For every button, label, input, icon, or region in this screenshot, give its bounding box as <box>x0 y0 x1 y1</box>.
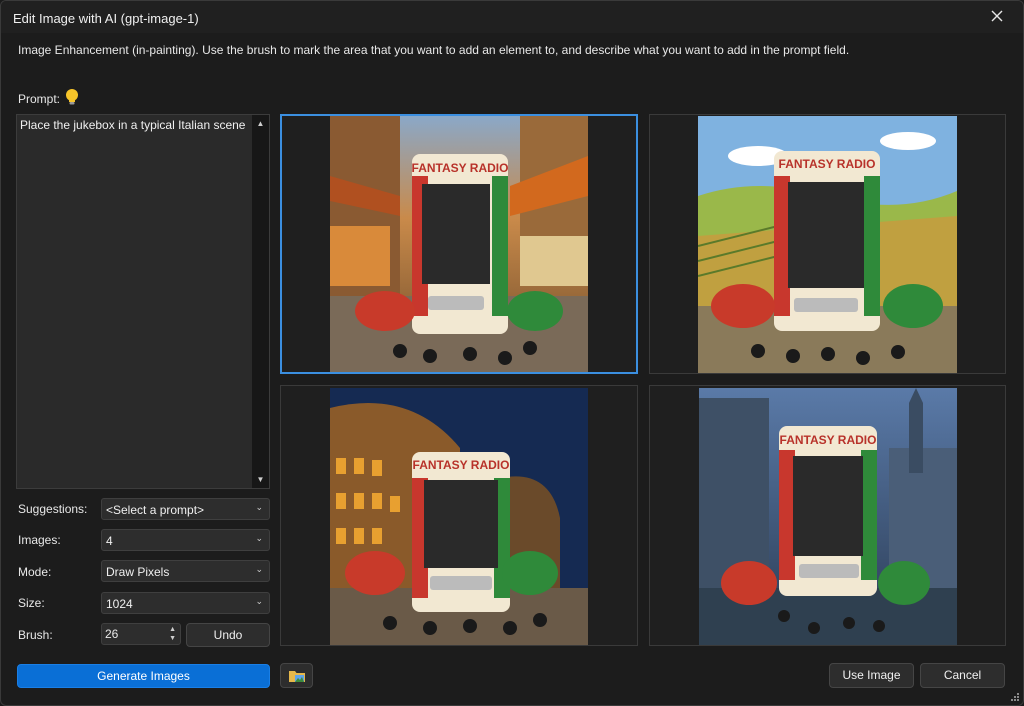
suggestions-value: <Select a prompt> <box>106 503 205 517</box>
size-label: Size: <box>18 596 45 610</box>
window-title: Edit Image with AI (gpt-image-1) <box>13 11 199 26</box>
title-bar: Edit Image with AI (gpt-image-1) <box>1 1 1023 33</box>
generated-image: FANTASY RADIO <box>699 388 957 645</box>
chevron-down-icon: ⌄ <box>255 502 263 512</box>
generated-image: FANTASY RADIO <box>698 116 957 373</box>
prompt-label: Prompt: <box>18 92 61 106</box>
images-label: Images: <box>18 533 61 547</box>
size-select[interactable]: 1024 ⌄ <box>101 592 270 614</box>
mode-value: Draw Pixels <box>106 565 170 579</box>
generate-images-button[interactable]: Generate Images <box>17 664 270 688</box>
close-icon <box>991 10 1003 22</box>
scroll-down-icon[interactable]: ▼ <box>252 471 269 488</box>
chevron-down-icon: ⌄ <box>255 533 263 543</box>
result-image-tile[interactable]: FANTASY RADIO <box>649 385 1006 646</box>
use-image-button[interactable]: Use Image <box>829 663 914 688</box>
open-folder-button[interactable] <box>280 663 313 688</box>
close-button[interactable] <box>985 5 1009 27</box>
images-select[interactable]: 4 ⌄ <box>101 529 270 551</box>
suggestions-label: Suggestions: <box>18 502 88 516</box>
spin-down-icon[interactable]: ▼ <box>169 635 176 642</box>
result-image-tile[interactable]: FANTASY RADIO <box>280 114 638 374</box>
jukebox-sign: FANTASY RADIO <box>413 458 510 472</box>
result-image-tile[interactable]: FANTASY RADIO <box>280 385 638 646</box>
dialog-window: Edit Image with AI (gpt-image-1) Image E… <box>0 0 1024 706</box>
prompt-text: Place the jukebox in a typical Italian s… <box>20 118 246 132</box>
undo-button[interactable]: Undo <box>186 623 270 647</box>
suggestions-select[interactable]: <Select a prompt> ⌄ <box>101 498 270 520</box>
generated-image: FANTASY RADIO <box>330 388 588 645</box>
brush-label: Brush: <box>18 628 53 642</box>
mode-select[interactable]: Draw Pixels ⌄ <box>101 560 270 582</box>
description-text: Image Enhancement (in-painting). Use the… <box>18 43 850 57</box>
resize-grip-icon[interactable] <box>1009 691 1019 701</box>
jukebox-sign: FANTASY RADIO <box>780 433 877 447</box>
jukebox-sign: FANTASY RADIO <box>412 161 509 175</box>
brush-size-stepper[interactable]: 26 ▲ ▼ <box>101 623 181 645</box>
images-value: 4 <box>106 534 113 548</box>
result-image-tile[interactable]: FANTASY RADIO <box>649 114 1006 374</box>
generated-image: FANTASY RADIO <box>330 116 588 372</box>
scroll-up-icon[interactable]: ▲ <box>252 115 269 132</box>
chevron-down-icon: ⌄ <box>255 596 263 606</box>
chevron-down-icon: ⌄ <box>255 564 263 574</box>
mode-label: Mode: <box>18 565 52 579</box>
size-value: 1024 <box>106 597 133 611</box>
prompt-textarea[interactable]: Place the jukebox in a typical Italian s… <box>16 114 270 489</box>
jukebox-sign: FANTASY RADIO <box>779 157 876 171</box>
brush-size-value: 26 <box>105 627 119 641</box>
spin-up-icon[interactable]: ▲ <box>169 626 176 633</box>
lightbulb-icon[interactable] <box>64 88 80 106</box>
folder-image-icon <box>288 671 305 682</box>
cancel-button[interactable]: Cancel <box>920 663 1005 688</box>
prompt-scrollbar[interactable]: ▲ ▼ <box>252 115 269 488</box>
